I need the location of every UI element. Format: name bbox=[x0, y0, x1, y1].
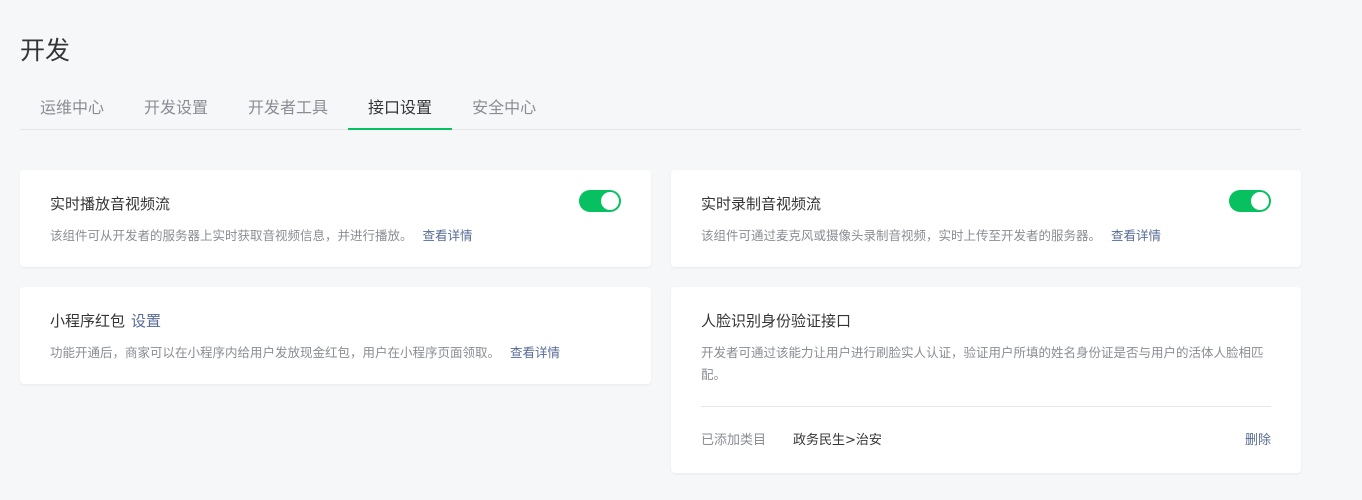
description-text: 功能开通后，商家可以在小程序内给用户发放现金红包，用户在小程序页面领取。 bbox=[50, 345, 501, 360]
live-play-toggle[interactable] bbox=[579, 190, 621, 212]
card-description: 开发者可通过该能力让用户进行刷脸实人认证，验证用户所填的姓名身份证是否与用户的活… bbox=[701, 345, 1264, 382]
card-title: 小程序红包 设置 bbox=[50, 310, 161, 331]
tab-bar: 运维中心 开发设置 开发者工具 接口设置 安全中心 bbox=[20, 88, 1301, 130]
description-text: 该组件可通过麦克风或摄像头录制音视频，实时上传至开发者的服务器。 bbox=[701, 228, 1102, 243]
description-text: 该组件可从开发者的服务器上实时获取音视频信息，并进行播放。 bbox=[50, 228, 413, 243]
toggle-knob bbox=[601, 192, 619, 210]
delete-button[interactable]: 删除 bbox=[1245, 429, 1271, 448]
tab-ops-center[interactable]: 运维中心 bbox=[20, 88, 124, 130]
card-description: 功能开通后，商家可以在小程序内给用户发放现金红包，用户在小程序页面领取。 查看详情 bbox=[50, 342, 631, 364]
live-record-toggle[interactable] bbox=[1229, 190, 1271, 212]
divider bbox=[701, 406, 1271, 407]
category-label: 已添加类目 bbox=[701, 433, 767, 448]
card-title: 人脸识别身份验证接口 bbox=[701, 312, 852, 330]
toggle-knob bbox=[1251, 192, 1269, 210]
card-live-record: 实时录制音视频流 该组件可通过麦克风或摄像头录制音视频，实时上传至开发者的服务器… bbox=[671, 170, 1301, 267]
category-value: 政务民生>治安 bbox=[793, 433, 882, 448]
page-title: 开发 bbox=[20, 36, 71, 65]
tab-dev-settings[interactable]: 开发设置 bbox=[124, 88, 228, 130]
settings-link[interactable]: 设置 bbox=[131, 312, 161, 330]
tab-security-center[interactable]: 安全中心 bbox=[452, 88, 556, 130]
page: 开发 运维中心 开发设置 开发者工具 接口设置 安全中心 实时播放音视频流 该组… bbox=[0, 0, 1362, 500]
card-face-verify: 人脸识别身份验证接口 开发者可通过该能力让用户进行刷脸实人认证，验证用户所填的姓… bbox=[671, 287, 1301, 473]
tab-dev-tools[interactable]: 开发者工具 bbox=[228, 88, 348, 130]
view-details-link[interactable]: 查看详情 bbox=[423, 228, 473, 243]
view-details-link[interactable]: 查看详情 bbox=[510, 345, 560, 360]
view-details-link[interactable]: 查看详情 bbox=[1111, 228, 1161, 243]
card-live-play: 实时播放音视频流 该组件可从开发者的服务器上实时获取音视频信息，并进行播放。 查看… bbox=[20, 170, 651, 267]
tab-api-settings[interactable]: 接口设置 bbox=[348, 88, 453, 130]
card-red-packet: 小程序红包 设置 功能开通后，商家可以在小程序内给用户发放现金红包，用户在小程序页… bbox=[20, 287, 651, 384]
card-description: 该组件可通过麦克风或摄像头录制音视频，实时上传至开发者的服务器。 查看详情 bbox=[701, 225, 1271, 247]
card-title: 实时播放音视频流 bbox=[50, 195, 171, 213]
card-description: 该组件可从开发者的服务器上实时获取音视频信息，并进行播放。 查看详情 bbox=[50, 225, 621, 247]
card-title: 实时录制音视频流 bbox=[701, 195, 822, 213]
card-title-text: 小程序红包 bbox=[50, 312, 126, 330]
